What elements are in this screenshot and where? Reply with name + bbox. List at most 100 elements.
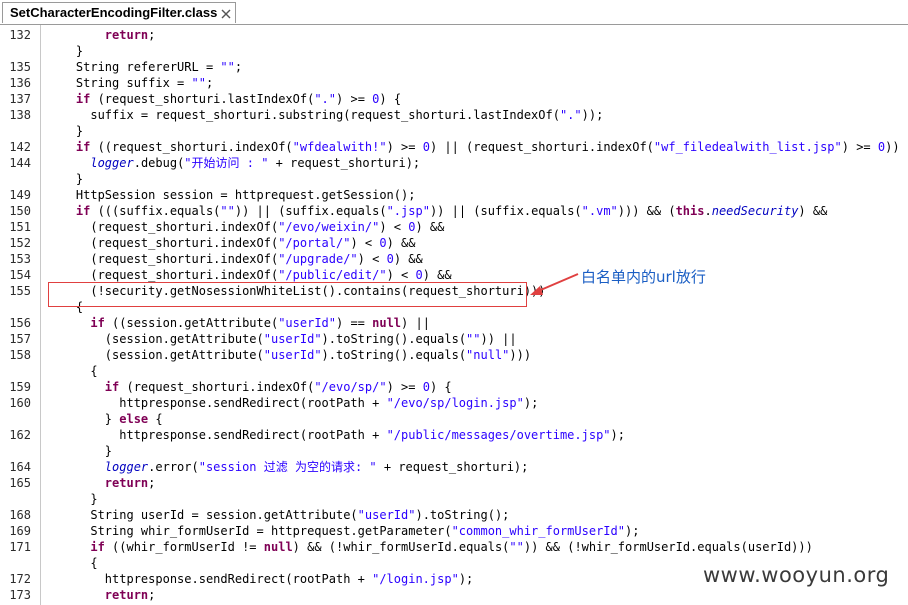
line-number: 155 — [9, 284, 31, 298]
line-number: 154 — [9, 268, 31, 282]
code-line[interactable]: } else { — [0, 411, 908, 427]
code-line[interactable]: 144 logger.debug("开始访问 : " + request_sho… — [0, 155, 908, 171]
code-line[interactable]: 151 (request_shorturi.indexOf("/evo/weix… — [0, 219, 908, 235]
code-text: String refererURL = ""; — [47, 60, 243, 74]
editor-tab-bar: SetCharacterEncodingFilter.class — [0, 0, 908, 25]
code-line[interactable]: 154 (request_shorturi.indexOf("/public/e… — [0, 267, 908, 283]
code-line[interactable]: } — [0, 123, 908, 139]
line-number: 138 — [9, 108, 31, 122]
code-text: } — [47, 444, 113, 458]
line-number: 152 — [9, 236, 31, 250]
code-line[interactable]: 152 (request_shorturi.indexOf("/portal/"… — [0, 235, 908, 251]
line-number: 132 — [9, 28, 31, 42]
line-number: 171 — [9, 540, 31, 554]
line-number: 156 — [9, 316, 31, 330]
line-number: 169 — [9, 524, 31, 538]
code-line[interactable]: 142 if ((request_shorturi.indexOf("wfdea… — [0, 139, 908, 155]
code-text: (request_shorturi.indexOf("/portal/") < … — [47, 236, 416, 250]
code-text: } — [47, 124, 84, 138]
code-text: if ((request_shorturi.indexOf("wfdealwit… — [75, 140, 908, 154]
red-arrow-icon — [530, 273, 579, 295]
code-line[interactable]: 165 return; — [0, 475, 908, 491]
code-line[interactable]: 158 (session.getAttribute("userId").toSt… — [0, 347, 908, 363]
code-text: (request_shorturi.indexOf("/public/edit/… — [47, 268, 452, 282]
line-number: 168 — [9, 508, 31, 522]
line-number: 164 — [9, 460, 31, 474]
code-line[interactable]: 132 return; — [0, 27, 908, 43]
code-text: return; — [104, 28, 156, 42]
code-text: } — [47, 172, 84, 186]
annotation-note: 白名单内的url放行 — [581, 268, 706, 286]
code-line[interactable]: } — [0, 43, 908, 59]
code-text: if (request_shorturi.indexOf("/evo/sp/")… — [104, 380, 452, 394]
line-number: 136 — [9, 76, 31, 90]
code-line[interactable]: 137 if (request_shorturi.lastIndexOf("."… — [0, 91, 908, 107]
code-line[interactable]: 156 if ((session.getAttribute("userId") … — [0, 315, 908, 331]
highlight-box — [48, 282, 527, 307]
code-text: HttpSession session = httprequest.getSes… — [47, 188, 416, 202]
code-text: (request_shorturi.indexOf("/evo/weixin/"… — [47, 220, 445, 234]
code-line[interactable]: 138 suffix = request_shorturi.substring(… — [0, 107, 908, 123]
code-line[interactable]: 150 if (((suffix.equals("")) || (suffix.… — [0, 203, 908, 219]
code-text: String whir_formUserId = httprequest.get… — [47, 524, 640, 538]
code-editor[interactable]: 132 return; } 135 String refererURL = "";… — [0, 25, 908, 605]
watermark: www.wooyun.org — [703, 563, 890, 587]
code-line[interactable]: 153 (request_shorturi.indexOf("/upgrade/… — [0, 251, 908, 267]
line-number: 135 — [9, 60, 31, 74]
code-text: httpresponse.sendRedirect(rootPath + "/e… — [47, 396, 539, 410]
code-text: if ((whir_formUserId != null) && (!whir_… — [90, 540, 813, 554]
close-icon[interactable] — [219, 6, 233, 20]
code-line[interactable]: 164 logger.error("session 过滤 为空的请求: " + … — [0, 459, 908, 475]
line-number: 149 — [9, 188, 31, 202]
code-line[interactable]: 149 HttpSession session = httprequest.ge… — [0, 187, 908, 203]
code-text: httpresponse.sendRedirect(rootPath + "/l… — [47, 572, 474, 586]
code-text: if (((suffix.equals("")) || (suffix.equa… — [75, 204, 828, 218]
code-text: if (request_shorturi.lastIndexOf(".") >=… — [75, 92, 402, 106]
code-line[interactable]: { — [0, 363, 908, 379]
code-line[interactable]: 171 if ((whir_formUserId != null) && (!w… — [0, 539, 908, 555]
tab-setcharacterencodingfilter[interactable]: SetCharacterEncodingFilter.class — [2, 2, 236, 23]
code-text: logger.error("session 过滤 为空的请求: " + requ… — [104, 460, 529, 474]
line-number: 159 — [9, 380, 31, 394]
code-line[interactable]: 173 return; — [0, 587, 908, 603]
code-line[interactable]: 169 String whir_formUserId = httprequest… — [0, 523, 908, 539]
code-line[interactable]: } — [0, 443, 908, 459]
code-text: String userId = session.getAttribute("us… — [47, 508, 510, 522]
code-line[interactable]: 168 String userId = session.getAttribute… — [0, 507, 908, 523]
code-line[interactable]: } — [0, 491, 908, 507]
line-number: 137 — [9, 92, 31, 106]
code-text: { — [47, 556, 98, 570]
code-text: httpresponse.sendRedirect(rootPath + "/p… — [47, 428, 625, 442]
code-text: String suffix = ""; — [47, 76, 214, 90]
code-text: } else { — [47, 412, 163, 426]
tab-title: SetCharacterEncodingFilter.class — [10, 5, 218, 20]
line-number: 165 — [9, 476, 31, 490]
line-number: 153 — [9, 252, 31, 266]
line-number: 158 — [9, 348, 31, 362]
code-line[interactable]: 162 httpresponse.sendRedirect(rootPath +… — [0, 427, 908, 443]
line-number: 144 — [9, 156, 31, 170]
code-text: (request_shorturi.indexOf("/upgrade/") <… — [47, 252, 423, 266]
code-text: { — [47, 364, 98, 378]
code-line[interactable]: 160 httpresponse.sendRedirect(rootPath +… — [0, 395, 908, 411]
code-text: (session.getAttribute("userId").toString… — [47, 332, 517, 346]
code-line[interactable]: 135 String refererURL = ""; — [0, 59, 908, 75]
code-text: if ((session.getAttribute("userId") == n… — [90, 316, 430, 330]
code-text: logger.debug("开始访问 : " + request_shortur… — [90, 156, 421, 170]
line-number: 150 — [9, 204, 31, 218]
code-text: return; — [104, 588, 156, 602]
code-text: (session.getAttribute("userId").toString… — [47, 348, 532, 362]
line-number: 162 — [9, 428, 31, 442]
line-number: 157 — [9, 332, 31, 346]
line-number: 172 — [9, 572, 31, 586]
line-number: 173 — [9, 588, 31, 602]
code-text: suffix = request_shorturi.substring(requ… — [47, 108, 604, 122]
line-number: 142 — [9, 140, 31, 154]
code-line[interactable]: } — [0, 171, 908, 187]
code-line[interactable]: 157 (session.getAttribute("userId").toSt… — [0, 331, 908, 347]
code-line[interactable]: 159 if (request_shorturi.indexOf("/evo/s… — [0, 379, 908, 395]
code-text: } — [47, 44, 84, 58]
line-number: 160 — [9, 396, 31, 410]
code-text: } — [47, 492, 98, 506]
code-line[interactable]: 136 String suffix = ""; — [0, 75, 908, 91]
